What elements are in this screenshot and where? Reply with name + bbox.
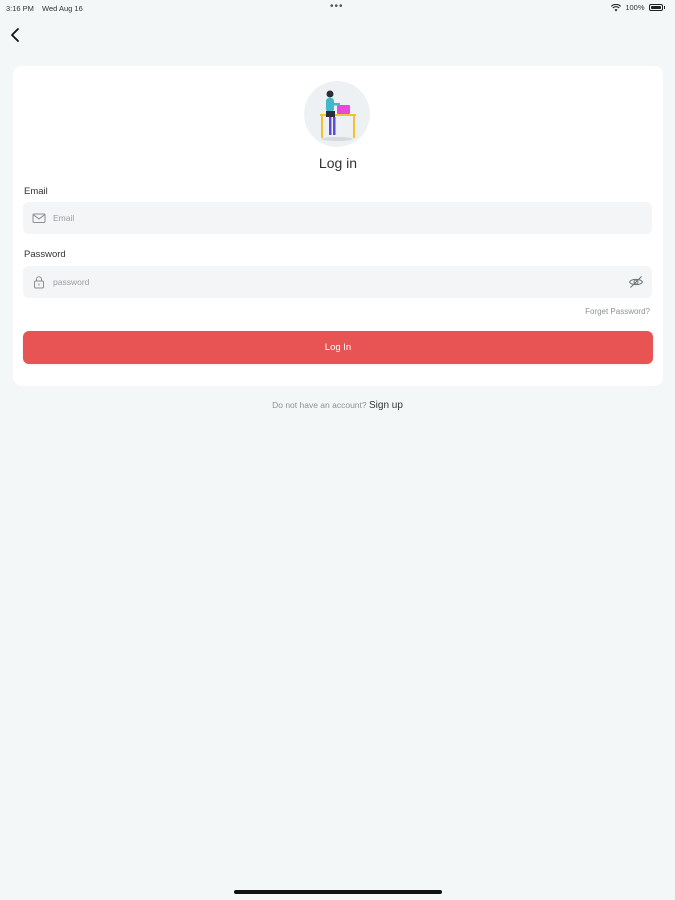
email-field[interactable]	[23, 202, 652, 234]
eye-off-icon[interactable]	[628, 275, 644, 289]
wifi-icon	[611, 3, 622, 11]
login-title: Log in	[318, 155, 358, 171]
login-button[interactable]: Log In	[23, 331, 653, 364]
login-card: Log in Email Password Forget Password? L…	[13, 66, 663, 386]
password-input[interactable]	[53, 266, 613, 298]
mail-icon	[32, 213, 46, 223]
password-label: Password	[24, 249, 66, 260]
chevron-left-icon	[11, 28, 19, 42]
signup-link[interactable]: Sign up	[369, 400, 403, 411]
signup-prompt-text: Do not have an account?	[272, 400, 367, 410]
battery-percent: 100%	[625, 3, 645, 12]
forgot-password-link[interactable]: Forget Password?	[585, 307, 650, 316]
back-button[interactable]	[7, 25, 25, 45]
signup-prompt: Do not have an account? Sign up	[0, 400, 675, 411]
battery-icon	[648, 4, 663, 11]
email-input[interactable]	[53, 202, 613, 234]
email-label: Email	[24, 186, 48, 197]
person-at-desk-illustration	[320, 90, 356, 141]
password-field[interactable]	[23, 266, 652, 298]
lock-icon	[34, 276, 44, 289]
status-bar: 3:16 PM Wed Aug 16 ••• 100%	[0, 0, 675, 16]
status-date: Wed Aug 16	[42, 4, 83, 13]
multitasking-dots-icon[interactable]: •••	[330, 1, 344, 12]
avatar-illustration	[304, 81, 370, 147]
home-indicator[interactable]	[234, 890, 442, 894]
status-time: 3:16 PM	[6, 4, 34, 13]
